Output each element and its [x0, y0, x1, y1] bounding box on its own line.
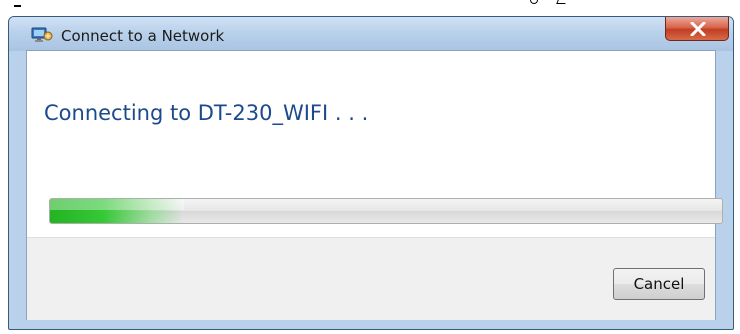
window-title: Connect to a Network — [61, 27, 225, 45]
screenshot-stage: Connect to a Network Connecting to DT-23… — [0, 0, 740, 334]
connection-status-heading: Connecting to DT-230_WIFI . . . — [44, 101, 369, 125]
network-wizard-icon — [31, 26, 53, 44]
cancel-button[interactable]: Cancel — [613, 268, 705, 300]
close-x-icon — [690, 22, 706, 36]
close-button[interactable] — [665, 17, 729, 41]
dialog-footer: Cancel — [27, 237, 715, 320]
progress-indicator — [50, 199, 185, 223]
cropped-background-text — [0, 0, 740, 8]
dialog-content: Connecting to DT-230_WIFI . . . Cancel — [26, 50, 723, 320]
title-bar[interactable]: Connect to a Network — [9, 17, 733, 51]
connect-dialog-window: Connect to a Network Connecting to DT-23… — [8, 16, 734, 330]
connection-progress-bar — [49, 198, 723, 224]
